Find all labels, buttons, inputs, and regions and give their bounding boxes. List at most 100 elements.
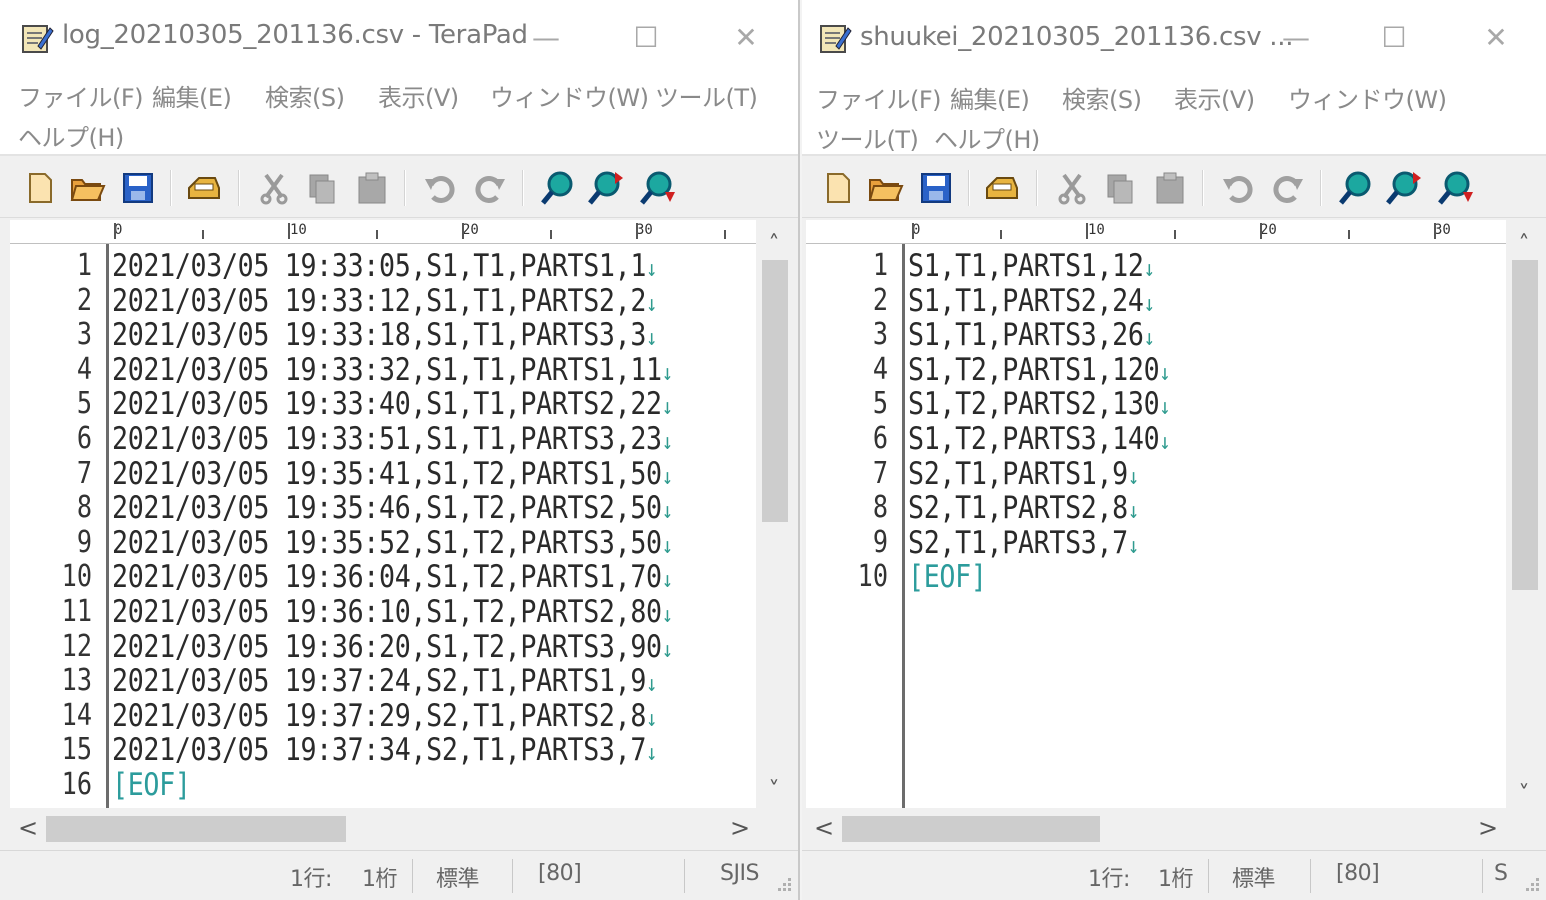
menu-search[interactable]: 検索(S) xyxy=(1062,80,1142,115)
menu-window[interactable]: ウィンドウ(W) xyxy=(490,78,649,113)
menu-window[interactable]: ウィンドウ(W) xyxy=(1288,80,1447,115)
editor-line[interactable]: 4 2021/03/05 19:33:32,S1,T1,PARTS1,11↓ xyxy=(10,352,756,388)
title-bar[interactable]: shuukei_20210305_201136.csv ... — ☐ ✕ xyxy=(802,0,1546,74)
minimize-button[interactable]: — xyxy=(1266,12,1326,62)
editor-line[interactable]: 9 S2,T1,PARTS3,7↓ xyxy=(806,525,1506,561)
line-number: 10 xyxy=(61,559,92,595)
scroll-thumb[interactable] xyxy=(762,260,788,522)
scroll-right-arrow[interactable]: > xyxy=(722,808,758,848)
find-next-icon[interactable] xyxy=(1384,168,1424,208)
line-content: S1,T1,PARTS3,26 xyxy=(908,317,1144,354)
menu-help[interactable]: ヘルプ(H) xyxy=(18,118,124,153)
replace-icon[interactable] xyxy=(1436,168,1476,208)
resize-grip-icon[interactable] xyxy=(774,876,792,894)
scroll-left-arrow[interactable]: < xyxy=(806,808,842,848)
find-icon[interactable] xyxy=(538,168,578,208)
editor-line[interactable]: 6 S1,T2,PARTS3,140↓ xyxy=(806,422,1506,457)
new-file-icon[interactable] xyxy=(20,168,60,208)
scroll-thumb[interactable] xyxy=(1512,260,1538,590)
replace-icon[interactable] xyxy=(638,168,678,208)
save-icon[interactable] xyxy=(916,168,956,208)
maximize-button[interactable]: ☐ xyxy=(616,12,676,62)
menu-view[interactable]: 表示(V) xyxy=(378,78,459,113)
editor-line[interactable]: 10 [EOF] xyxy=(806,560,1506,595)
editor-line[interactable]: 15 2021/03/05 19:37:34,S2,T1,PARTS3,7↓ xyxy=(10,733,756,768)
horizontal-scrollbar[interactable]: < > xyxy=(806,808,1506,848)
menu-tools[interactable]: ツール(T) xyxy=(655,78,758,113)
editor-line[interactable]: 7 S2,T1,PARTS1,9↓ xyxy=(806,456,1506,492)
editor-line[interactable]: 6 2021/03/05 19:33:51,S1,T1,PARTS3,23↓ xyxy=(10,422,756,457)
vertical-scrollbar[interactable]: ˄ ˅ xyxy=(1506,224,1542,808)
editor-line[interactable]: 10 2021/03/05 19:36:04,S1,T2,PARTS1,70↓ xyxy=(10,560,756,595)
editor-line[interactable]: 13 2021/03/05 19:37:24,S2,T1,PARTS1,9↓ xyxy=(10,664,756,699)
resize-grip-icon[interactable] xyxy=(1522,876,1540,894)
editor-line[interactable]: 5 2021/03/05 19:33:40,S1,T1,PARTS2,22↓ xyxy=(10,387,756,422)
editor-line[interactable]: 2 2021/03/05 19:33:12,S1,T1,PARTS2,2↓ xyxy=(10,283,756,319)
menu-edit[interactable]: 編集(E) xyxy=(152,78,232,113)
toolbar xyxy=(0,158,798,218)
editor-line[interactable]: 12 2021/03/05 19:36:20,S1,T2,PARTS3,90↓ xyxy=(10,629,756,665)
scroll-left-arrow[interactable]: < xyxy=(10,808,46,848)
copy-icon[interactable] xyxy=(302,168,342,208)
terapad-app-icon[interactable] xyxy=(20,22,54,56)
menu-view[interactable]: 表示(V) xyxy=(1174,80,1255,115)
editor-line[interactable]: 14 2021/03/05 19:37:29,S2,T1,PARTS2,8↓ xyxy=(10,698,756,734)
editor-line[interactable]: 4 S1,T2,PARTS1,120↓ xyxy=(806,352,1506,388)
editor-line[interactable]: 8 S2,T1,PARTS2,8↓ xyxy=(806,491,1506,526)
scroll-down-arrow[interactable]: ˅ xyxy=(756,772,792,808)
scroll-down-arrow[interactable]: ˅ xyxy=(1506,776,1542,812)
find-next-icon[interactable] xyxy=(586,168,626,208)
editor-line[interactable]: 2 S1,T1,PARTS2,24↓ xyxy=(806,283,1506,319)
paste-icon[interactable] xyxy=(352,168,392,208)
cut-icon[interactable] xyxy=(254,168,294,208)
editor-line[interactable]: 3 S1,T1,PARTS3,26↓ xyxy=(806,318,1506,353)
menu-help[interactable]: ヘルプ(H) xyxy=(934,120,1040,155)
new-file-icon[interactable] xyxy=(818,168,858,208)
scroll-up-arrow[interactable]: ˄ xyxy=(1506,226,1542,262)
text-editor[interactable]: 1 2021/03/05 19:33:05,S1,T1,PARTS1,1↓ 2 202… xyxy=(10,244,756,808)
cut-icon[interactable] xyxy=(1052,168,1092,208)
print-icon[interactable] xyxy=(982,168,1022,208)
editor-line[interactable]: 5 S1,T2,PARTS2,130↓ xyxy=(806,387,1506,422)
close-button[interactable]: ✕ xyxy=(716,12,776,62)
newline-mark-icon: ↓ xyxy=(646,257,658,282)
minimize-button[interactable]: — xyxy=(516,12,576,62)
editor-line[interactable]: 3 2021/03/05 19:33:18,S1,T1,PARTS3,3↓ xyxy=(10,318,756,353)
copy-icon[interactable] xyxy=(1100,168,1140,208)
line-content: 2021/03/05 19:37:34,S2,T1,PARTS3,7 xyxy=(112,732,647,769)
undo-icon[interactable] xyxy=(420,168,460,208)
redo-icon[interactable] xyxy=(1268,168,1308,208)
vertical-scrollbar[interactable]: ˄ ˅ xyxy=(756,224,792,808)
editor-line[interactable]: 9 2021/03/05 19:35:52,S1,T2,PARTS3,50↓ xyxy=(10,525,756,561)
text-editor[interactable]: 1 S1,T1,PARTS1,12↓ 2 S1,T1,PARTS2,24↓ 3 S1,T1… xyxy=(806,244,1506,808)
close-button[interactable]: ✕ xyxy=(1466,12,1526,62)
title-bar[interactable]: log_20210305_201136.csv - TeraPad — ☐ ✕ xyxy=(0,0,798,74)
print-icon[interactable] xyxy=(184,168,224,208)
scroll-up-arrow[interactable]: ˄ xyxy=(756,226,792,262)
paste-icon[interactable] xyxy=(1150,168,1190,208)
horizontal-scrollbar[interactable]: < > xyxy=(10,808,756,848)
open-folder-icon[interactable] xyxy=(68,168,108,208)
undo-icon[interactable] xyxy=(1218,168,1258,208)
editor-line[interactable]: 1 S1,T1,PARTS1,12↓ xyxy=(806,249,1506,284)
hscroll-thumb[interactable] xyxy=(46,816,346,842)
maximize-button[interactable]: ☐ xyxy=(1364,12,1424,62)
hscroll-thumb[interactable] xyxy=(842,816,1100,842)
editor-line[interactable]: 11 2021/03/05 19:36:10,S1,T2,PARTS2,80↓ xyxy=(10,595,756,630)
menu-edit[interactable]: 編集(E) xyxy=(950,80,1030,115)
scroll-right-arrow[interactable]: > xyxy=(1470,808,1506,848)
menu-file[interactable]: ファイル(F) xyxy=(18,78,144,113)
line-text: S1,T2,PARTS2,130↓ xyxy=(908,387,1171,425)
editor-line[interactable]: 1 2021/03/05 19:33:05,S1,T1,PARTS1,1↓ xyxy=(10,249,756,284)
save-icon[interactable] xyxy=(118,168,158,208)
menu-search[interactable]: 検索(S) xyxy=(265,78,345,113)
terapad-app-icon[interactable] xyxy=(818,22,852,56)
editor-line[interactable]: 16 [EOF] xyxy=(10,768,756,803)
editor-line[interactable]: 8 2021/03/05 19:35:46,S1,T2,PARTS2,50↓ xyxy=(10,491,756,526)
find-icon[interactable] xyxy=(1336,168,1376,208)
menu-tools[interactable]: ツール(T) xyxy=(816,120,919,155)
editor-line[interactable]: 7 2021/03/05 19:35:41,S1,T2,PARTS1,50↓ xyxy=(10,456,756,492)
menu-file[interactable]: ファイル(F) xyxy=(816,80,942,115)
open-folder-icon[interactable] xyxy=(866,168,906,208)
redo-icon[interactable] xyxy=(470,168,510,208)
